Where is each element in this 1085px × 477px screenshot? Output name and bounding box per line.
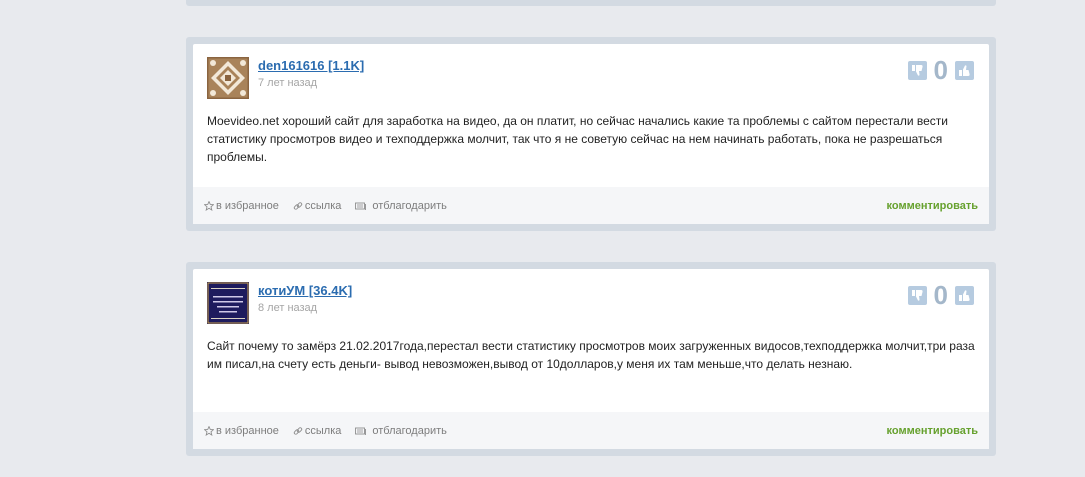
- vote-count: 0: [933, 280, 948, 310]
- star-icon: [204, 425, 214, 436]
- dark-card-avatar-icon: [207, 282, 249, 324]
- thumbs-up-icon: [959, 64, 970, 76]
- comment-body: котиУМ [36.4K] 8 лет назад 0 Сайт почему…: [193, 269, 989, 449]
- previous-card-bottom: [186, 0, 996, 6]
- money-icon: [355, 427, 367, 435]
- star-icon: [204, 200, 214, 211]
- comment-text: Moevideo.net хороший сайт для заработка …: [207, 114, 948, 164]
- thumbs-down-icon: [911, 64, 923, 76]
- comment-header: den161616 [1.1K] 7 лет назад 0: [193, 44, 989, 104]
- comment-footer: в избранное ссылка отблагодарить коммент…: [193, 412, 989, 449]
- link-icon: [293, 201, 303, 210]
- money-icon: [355, 202, 367, 210]
- favorite-action[interactable]: в избранное: [204, 200, 279, 212]
- dislike-button[interactable]: [907, 285, 927, 305]
- link-action[interactable]: ссылка: [293, 424, 342, 437]
- comment-button[interactable]: комментировать: [887, 200, 978, 212]
- link-action[interactable]: ссылка: [293, 199, 342, 212]
- thank-action[interactable]: отблагодарить: [355, 424, 447, 437]
- avatar[interactable]: [207, 57, 249, 99]
- dislike-button[interactable]: [907, 60, 927, 80]
- comment-header: котиУМ [36.4K] 8 лет назад 0: [193, 269, 989, 329]
- comment-card: den161616 [1.1K] 7 лет назад 0 Moevideo.…: [186, 37, 996, 231]
- username-link[interactable]: den161616 [1.1K]: [258, 58, 364, 73]
- like-button[interactable]: [955, 285, 974, 305]
- vote-widget: 0: [907, 280, 974, 310]
- favorite-action[interactable]: в избранное: [204, 425, 279, 437]
- timestamp: 8 лет назад: [258, 302, 318, 314]
- like-button[interactable]: [955, 60, 974, 80]
- link-icon: [293, 426, 303, 435]
- thank-action[interactable]: отблагодарить: [355, 199, 447, 212]
- comment-footer: в избранное ссылка отблагодарить коммент…: [193, 187, 989, 224]
- vote-count: 0: [933, 55, 948, 85]
- thank-label: отблагодарить: [372, 199, 447, 212]
- timestamp: 7 лет назад: [258, 77, 318, 89]
- comment-card: котиУМ [36.4K] 8 лет назад 0 Сайт почему…: [186, 262, 996, 456]
- vote-widget: 0: [907, 55, 974, 85]
- thumbs-down-icon: [911, 289, 923, 301]
- username-link[interactable]: котиУМ [36.4K]: [258, 283, 352, 298]
- thank-label: отблагодарить: [372, 424, 447, 437]
- comment-text: Сайт почему то замёрз 21.02.2017года,пер…: [207, 339, 975, 371]
- link-label: ссылка: [304, 424, 342, 437]
- favorite-label: в избранное: [216, 199, 279, 212]
- avatar[interactable]: [207, 282, 249, 324]
- comment-body: den161616 [1.1K] 7 лет назад 0 Moevideo.…: [193, 44, 989, 224]
- thumbs-up-icon: [959, 289, 970, 301]
- favorite-label: в избранное: [216, 424, 279, 437]
- link-label: ссылка: [304, 199, 342, 212]
- ornament-avatar-icon: [207, 57, 249, 99]
- comment-button[interactable]: комментировать: [887, 425, 978, 437]
